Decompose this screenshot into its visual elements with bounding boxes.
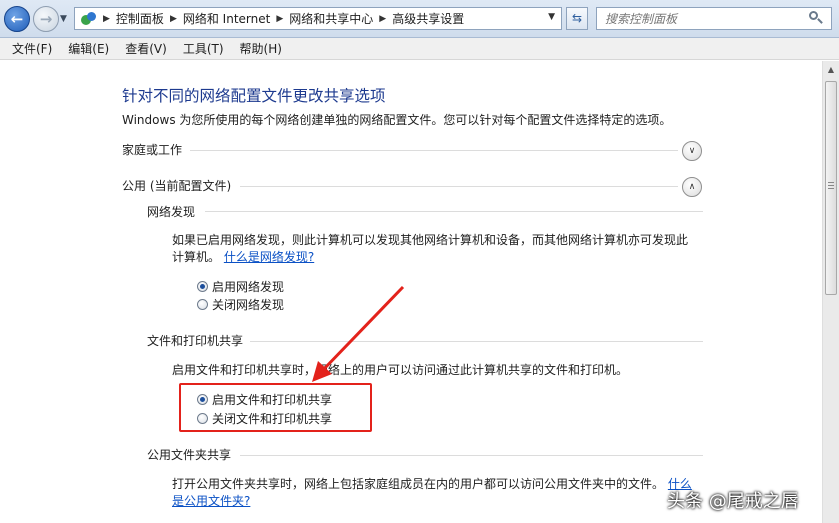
radio-label: 启用网络发现 — [212, 280, 285, 294]
forward-button[interactable]: → — [33, 6, 59, 32]
divider — [250, 341, 703, 342]
radio-button[interactable] — [197, 299, 208, 310]
breadcrumb-separator-icon[interactable]: ▶ — [103, 14, 110, 24]
breadcrumb-separator-icon[interactable]: ▶ — [379, 14, 386, 24]
public-folder-sharing-text-line1: 打开公用文件夹共享时，网络上包括家庭组成员在内的用户都可以访问公用文件夹中的文件… — [172, 475, 692, 493]
radio-button-checked[interactable] — [197, 281, 208, 292]
address-bar: ← → ▼ ▶ 控制面板 ▶ 网络和 Internet ▶ 网络和共享中心 ▶ … — [0, 0, 839, 38]
breadcrumb-network-internet[interactable]: 网络和 Internet — [183, 10, 270, 27]
watermark-text: 头条 @尾戒之唇 — [667, 491, 799, 512]
menu-help[interactable]: 帮助(H) — [232, 40, 290, 57]
menu-tools[interactable]: 工具(T) — [175, 40, 232, 57]
divider — [240, 455, 703, 456]
divider — [240, 186, 678, 187]
breadcrumb[interactable]: ▶ 控制面板 ▶ 网络和 Internet ▶ 网络和共享中心 ▶ 高级共享设置… — [74, 7, 562, 30]
scroll-thumb[interactable] — [825, 81, 837, 295]
public-folder-sharing-text-line2: 是公用文件夹? — [172, 492, 250, 510]
radio-disable-network-discovery[interactable]: 关闭网络发现 — [197, 296, 284, 313]
breadcrumb-network-sharing-center[interactable]: 网络和共享中心 — [289, 10, 373, 27]
annotation-arrow-icon — [312, 285, 405, 382]
breadcrumb-separator-icon[interactable]: ▶ — [170, 14, 177, 24]
content-pane: 针对不同的网络配置文件更改共享选项 Windows 为您所使用的每个网络创建单独… — [0, 61, 822, 523]
profile-home-work-label[interactable]: 家庭或工作 — [122, 141, 182, 158]
network-discovery-text-line2: 计算机。 什么是网络发现? — [172, 248, 314, 266]
public-folder-sharing-heading: 公用文件夹共享 — [147, 448, 232, 462]
network-discovery-text: 如果已启用网络发现，则此计算机可以发现其他网络计算机和设备，而其他网络计算机亦可… — [172, 233, 689, 247]
radio-label: 关闭网络发现 — [212, 298, 285, 312]
menu-edit[interactable]: 编辑(E) — [60, 40, 117, 57]
network-discovery-heading: 网络发现 — [147, 205, 196, 219]
search-input[interactable] — [597, 8, 797, 29]
recent-pages-dropdown-icon[interactable]: ▼ — [60, 14, 67, 24]
menu-view[interactable]: 查看(V) — [117, 40, 175, 57]
chevron-up-icon: ∧ — [688, 182, 696, 192]
menu-file[interactable]: 文件(F) — [4, 40, 60, 57]
profile-public-label[interactable]: 公用 (当前配置文件) — [122, 177, 231, 194]
expand-home-work-button[interactable]: ∨ — [682, 141, 702, 161]
breadcrumb-control-panel[interactable]: 控制面板 — [116, 10, 164, 27]
refresh-icon: ⇆ — [571, 11, 583, 25]
network-discovery-text-end: 计算机。 — [172, 250, 221, 264]
breadcrumb-advanced-sharing[interactable]: 高级共享设置 — [392, 10, 464, 27]
address-dropdown-icon[interactable]: ▼ — [548, 12, 555, 22]
annotation-highlight-box — [179, 383, 372, 432]
search-box[interactable] — [596, 7, 832, 30]
divider — [205, 211, 703, 212]
collapse-public-button[interactable]: ∧ — [682, 177, 702, 197]
scroll-up-icon[interactable]: ▲ — [823, 61, 839, 78]
network-discovery-help-link[interactable]: 什么是网络发现? — [224, 250, 314, 264]
public-folder-sharing-text: 打开公用文件夹共享时，网络上包括家庭组成员在内的用户都可以访问公用文件夹中的文件… — [172, 477, 665, 491]
page-description: Windows 为您所使用的每个网络创建单独的网络配置文件。您可以针对每个配置文… — [122, 113, 672, 127]
radio-enable-network-discovery[interactable]: 启用网络发现 — [197, 278, 284, 295]
public-folder-help-link-cont[interactable]: 是公用文件夹? — [172, 494, 250, 508]
divider — [190, 150, 678, 151]
page-title: 针对不同的网络配置文件更改共享选项 — [122, 87, 386, 105]
refresh-button[interactable]: ⇆ — [566, 7, 588, 30]
menu-bar: 文件(F) 编辑(E) 查看(V) 工具(T) 帮助(H) — [0, 38, 839, 60]
vertical-scrollbar[interactable]: ▲ — [822, 61, 839, 523]
file-printer-sharing-text: 启用文件和打印机共享时，网络上的用户可以访问通过此计算机共享的文件和打印机。 — [172, 363, 629, 377]
chevron-down-icon: ∨ — [688, 146, 696, 156]
network-icon — [79, 10, 97, 28]
back-button[interactable]: ← — [4, 6, 30, 32]
file-printer-sharing-heading: 文件和打印机共享 — [147, 334, 244, 348]
search-icon[interactable] — [809, 11, 823, 25]
breadcrumb-separator-icon[interactable]: ▶ — [276, 14, 283, 24]
